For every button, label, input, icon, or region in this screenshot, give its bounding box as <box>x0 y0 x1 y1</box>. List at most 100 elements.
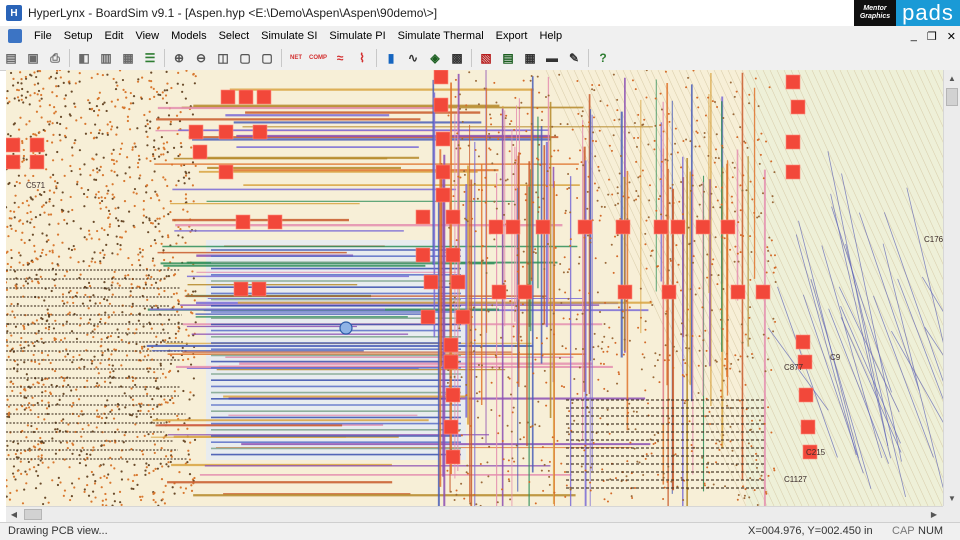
via <box>15 408 18 411</box>
horizontal-scroll-thumb[interactable] <box>24 509 42 520</box>
highlight-net-icon[interactable]: ▢ <box>236 49 254 67</box>
waveform-icon[interactable]: ∿ <box>404 49 422 67</box>
via <box>192 73 195 76</box>
document-icon[interactable] <box>8 29 22 43</box>
component-icon[interactable]: ▥ <box>97 49 115 67</box>
stackup-icon[interactable]: ☰ <box>141 49 159 67</box>
menu-models[interactable]: Models <box>165 30 212 42</box>
pcb-board-drawing[interactable]: C571C877C1127C176C215C9 <box>6 70 943 506</box>
vertical-scroll-thumb[interactable] <box>946 88 958 106</box>
spectrum-icon[interactable]: ▩ <box>448 49 466 67</box>
crosstalk-icon[interactable]: ≈ <box>331 49 349 67</box>
via <box>603 387 606 390</box>
via <box>142 214 145 217</box>
board-wizard-icon[interactable]: ◧ <box>75 49 93 67</box>
horizontal-scrollbar[interactable]: ◀ ▶ <box>6 506 943 522</box>
pi-icon[interactable]: ✎ <box>565 49 583 67</box>
via <box>771 195 774 198</box>
menu-help[interactable]: Help <box>533 30 568 42</box>
via <box>152 469 155 472</box>
via <box>512 335 515 338</box>
menu-select[interactable]: Select <box>213 30 256 42</box>
menu-simulate-si[interactable]: Simulate SI <box>255 30 323 42</box>
net-icon[interactable]: NET <box>287 49 305 67</box>
minimize-icon[interactable]: _ <box>911 30 917 42</box>
via <box>681 213 684 216</box>
menu-file[interactable]: File <box>28 30 58 42</box>
report-icon[interactable]: ▤ <box>499 49 517 67</box>
via <box>107 473 110 476</box>
zoom-in-icon[interactable]: ⊕ <box>170 49 188 67</box>
via <box>546 242 549 245</box>
via <box>685 347 688 350</box>
fit-view-icon[interactable]: ◫ <box>214 49 232 67</box>
via <box>116 98 119 101</box>
print-icon[interactable]: ⎙ <box>46 49 64 67</box>
via <box>24 470 27 473</box>
open-board-icon[interactable]: ▤ <box>2 49 20 67</box>
scroll-left-icon[interactable]: ◀ <box>6 507 22 522</box>
via <box>686 308 689 311</box>
via <box>634 88 637 91</box>
via <box>135 473 138 477</box>
via <box>92 473 95 476</box>
close-icon[interactable]: ✕ <box>947 30 956 43</box>
via <box>29 196 32 199</box>
scroll-right-icon[interactable]: ▶ <box>926 507 942 522</box>
via <box>770 431 773 434</box>
via <box>771 201 774 204</box>
via <box>724 485 727 488</box>
comp-icon[interactable]: COMP <box>309 49 327 67</box>
via <box>459 147 462 150</box>
via <box>109 335 113 338</box>
via <box>139 498 143 502</box>
menu-view[interactable]: View <box>129 30 165 42</box>
via <box>123 179 126 183</box>
save-icon[interactable]: ▣ <box>24 49 42 67</box>
via <box>99 476 102 479</box>
grid-icon[interactable]: ▦ <box>521 49 539 67</box>
menu-setup[interactable]: Setup <box>58 30 99 42</box>
thermal-icon[interactable]: ▬ <box>543 49 561 67</box>
scroll-down-icon[interactable]: ▼ <box>944 490 960 506</box>
via <box>7 133 10 136</box>
via <box>639 287 642 290</box>
zoom-out-icon[interactable]: ⊖ <box>192 49 210 67</box>
scroll-up-icon[interactable]: ▲ <box>944 70 960 86</box>
via <box>567 427 570 430</box>
menu-simulate-thermal[interactable]: Simulate Thermal <box>392 30 490 42</box>
via <box>45 253 48 256</box>
restore-icon[interactable]: ❐ <box>927 30 937 43</box>
via <box>455 489 458 492</box>
via <box>51 437 54 440</box>
batch-icon[interactable]: ▧ <box>477 49 495 67</box>
menu-simulate-pi[interactable]: Simulate PI <box>323 30 391 42</box>
menu-edit[interactable]: Edit <box>98 30 129 42</box>
via <box>133 204 136 208</box>
via <box>191 161 195 164</box>
pcb-view-canvas[interactable]: C571 C877 C1127 C176 C215 C9 <box>6 70 943 506</box>
via <box>154 242 157 245</box>
hyperlynx-app-icon[interactable]: H <box>6 5 22 21</box>
via <box>142 325 145 328</box>
via <box>721 327 724 330</box>
via <box>758 419 761 422</box>
via <box>697 364 700 367</box>
via <box>581 110 584 113</box>
via <box>140 97 143 100</box>
menu-export[interactable]: Export <box>490 30 534 42</box>
layer-icon[interactable]: ▦ <box>119 49 137 67</box>
via <box>27 344 30 347</box>
terminator-icon[interactable]: ⌇ <box>353 49 371 67</box>
via <box>16 370 19 373</box>
via <box>110 409 113 412</box>
via <box>182 176 186 179</box>
component-pad <box>695 219 711 235</box>
oscilloscope-icon[interactable]: ◈ <box>426 49 444 67</box>
eye-diagram-icon[interactable]: ▮ <box>382 49 400 67</box>
help-icon[interactable]: ? <box>594 49 612 67</box>
via <box>519 438 522 441</box>
find-icon[interactable]: ▢ <box>258 49 276 67</box>
via <box>179 142 183 145</box>
vertical-scrollbar[interactable]: ▲ ▼ <box>943 70 960 506</box>
